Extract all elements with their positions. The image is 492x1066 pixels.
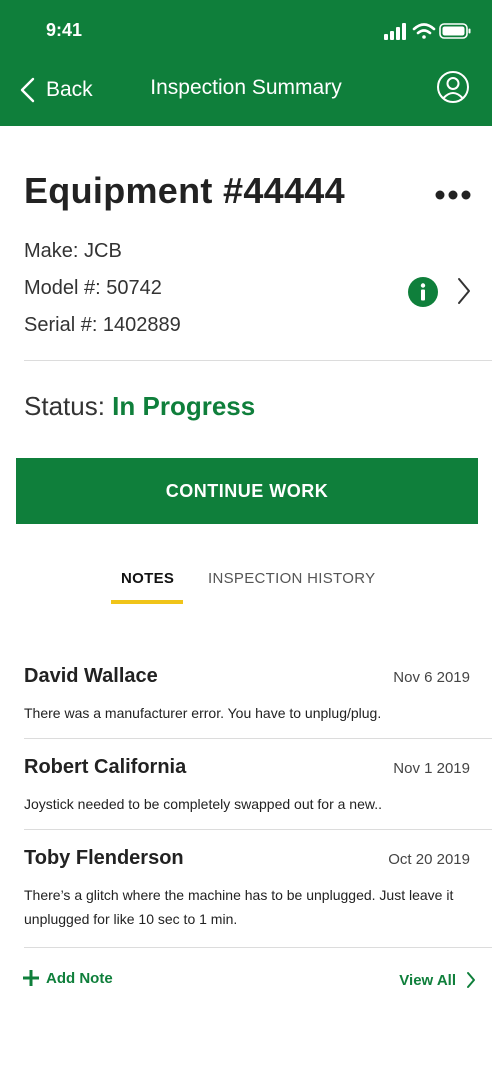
note-author: Robert California [24, 756, 187, 778]
status-time: 9:41 [46, 20, 83, 40]
view-all-link[interactable]: View All [399, 971, 476, 989]
status-value: In Progress [112, 391, 256, 421]
add-note-label: Add Note [46, 969, 113, 987]
divider [24, 829, 492, 830]
tab-notes[interactable]: NOTES [121, 570, 174, 587]
note-date: Nov 6 2019 [393, 669, 470, 686]
wifi-icon [412, 23, 436, 39]
more-horizontal-icon[interactable] [434, 188, 472, 202]
status-bar: 9:41 [0, 0, 492, 60]
tab-inspection-history[interactable]: INSPECTION HISTORY [208, 570, 375, 587]
status-icons [384, 23, 471, 40]
note-author: David Wallace [24, 665, 158, 687]
divider [24, 360, 492, 361]
status-label: Status: [24, 391, 105, 421]
battery-icon [439, 23, 471, 39]
signal-icon [384, 23, 406, 40]
note-date: Nov 1 2019 [393, 760, 470, 777]
user-circle-icon[interactable] [436, 70, 470, 104]
equipment-make: Make: JCB [24, 240, 122, 262]
note-text: There’s a glitch where the machine has t… [24, 887, 454, 927]
equipment-serial: Serial #: 1402889 [24, 314, 181, 336]
chevron-right-icon [467, 972, 475, 988]
active-tab-indicator [111, 600, 183, 604]
view-all-label: View All [399, 971, 456, 989]
app-header: 9:41 Back Inspection Summary [0, 0, 492, 126]
equipment-title: Equipment #44444 [24, 170, 345, 211]
divider [24, 947, 492, 948]
note-date: Oct 20 2019 [388, 851, 470, 868]
status-line: Status: In Progress [24, 391, 255, 422]
note-author: Toby Flenderson [24, 847, 184, 869]
chevron-right-icon[interactable] [456, 276, 472, 306]
note-text: There was a manufacturer error. You have… [24, 705, 382, 721]
plus-icon [23, 970, 39, 986]
note-text: Joystick needed to be completely swapped… [24, 796, 382, 812]
equipment-model: Model #: 50742 [24, 277, 162, 299]
page-title: Inspection Summary [150, 76, 342, 99]
nav-bar: Back Inspection Summary [0, 60, 492, 122]
divider [24, 738, 492, 739]
info-icon[interactable] [408, 277, 438, 307]
add-note-button[interactable]: Add Note [22, 969, 113, 987]
continue-work-button[interactable]: CONTINUE WORK [16, 458, 478, 524]
